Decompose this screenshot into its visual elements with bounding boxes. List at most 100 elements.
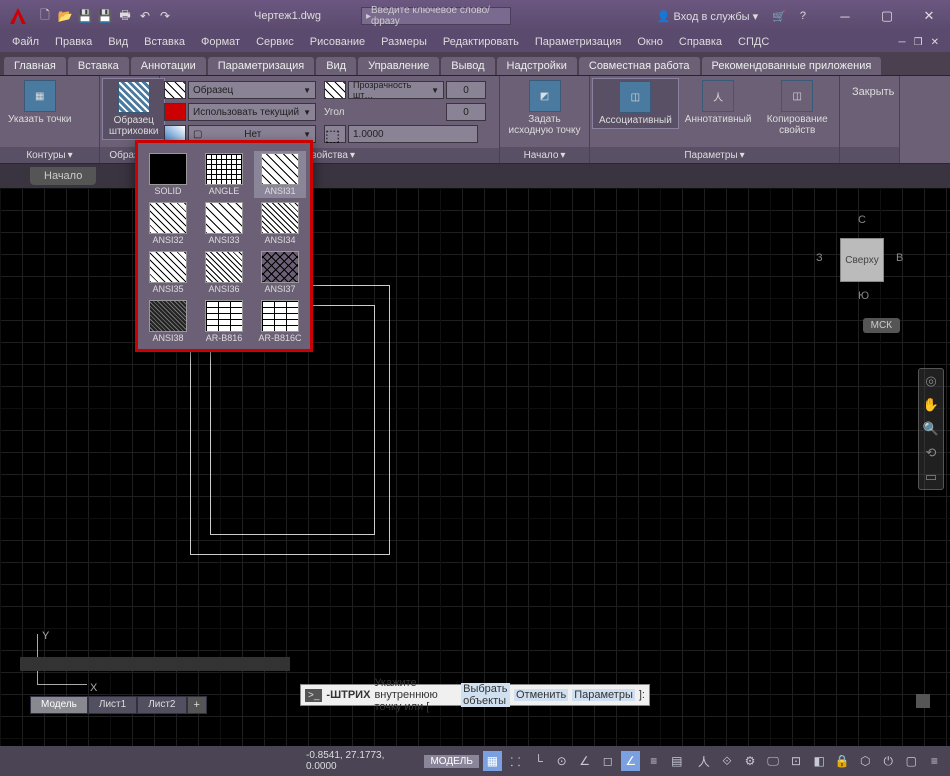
cmd-opt-settings[interactable]: Параметры (572, 689, 635, 701)
viewcube[interactable]: С Ю З В Сверху (810, 208, 910, 308)
menu-help[interactable]: Справка (671, 34, 730, 50)
open-icon[interactable]: 📂 (56, 7, 74, 25)
pattern-ansi35[interactable]: ANSI35 (142, 249, 194, 296)
sb-otrack-icon[interactable]: ∠ (621, 751, 640, 771)
maximize-button[interactable]: ▢ (866, 0, 908, 32)
sb-clean-icon[interactable]: ▢ (902, 751, 921, 771)
sb-units-icon[interactable]: ⊡ (787, 751, 806, 771)
undo-icon[interactable]: ↶ (136, 7, 154, 25)
exchange-icon[interactable]: 🛒 (768, 10, 790, 23)
transparency-input[interactable] (446, 81, 486, 99)
viewcube-w[interactable]: З (816, 252, 823, 264)
angle-input[interactable] (446, 103, 486, 121)
pattern-arb816[interactable]: AR-B816 (198, 298, 250, 345)
tab-view[interactable]: Вид (316, 57, 356, 75)
tab-annotate[interactable]: Аннотации (131, 57, 206, 75)
viewcube-s[interactable]: Ю (858, 290, 869, 302)
nav-zoom-icon[interactable]: 🔍 (923, 421, 939, 437)
nav-orbit-icon[interactable]: ⟲ (926, 445, 937, 461)
layout-add[interactable]: + (187, 696, 207, 714)
menu-dimension[interactable]: Размеры (373, 34, 435, 50)
nav-wheel-icon[interactable]: ◎ (925, 373, 936, 389)
tab-parametric[interactable]: Параметризация (208, 57, 314, 75)
signin-button[interactable]: 👤 Вход в службы ▾ (653, 10, 762, 23)
layout-model[interactable]: Модель (30, 696, 88, 714)
command-line[interactable]: >_ -ШТРИХ Укажите внутреннюю точку или [… (300, 684, 650, 706)
sb-transp-icon[interactable]: ▤ (667, 751, 686, 771)
tab-home[interactable]: Главная (4, 57, 66, 75)
menu-file[interactable]: Файл (4, 34, 47, 50)
redo-icon[interactable]: ↷ (156, 7, 174, 25)
viewcube-e[interactable]: В (896, 252, 903, 264)
match-props-button[interactable]: ◫ Копирование свойств (757, 78, 837, 138)
doc-min-icon[interactable]: ─ (896, 37, 909, 48)
search-input[interactable]: ▸ Введите ключевое слово/фразу (361, 7, 511, 25)
sb-scale-icon[interactable]: ⟐ (717, 751, 736, 771)
pattern-solid[interactable]: SOLID (142, 151, 194, 198)
menu-draw[interactable]: Рисование (302, 34, 373, 50)
cmd-opt-select[interactable]: Выбрать объекты (461, 683, 510, 707)
panel-origin-label[interactable]: Начало ▾ (500, 147, 589, 163)
sb-ortho-icon[interactable]: └ (529, 751, 548, 771)
pattern-ansi32[interactable]: ANSI32 (142, 200, 194, 247)
annotative-button[interactable]: 人 Аннотативный (679, 78, 758, 127)
nav-show-icon[interactable]: ▭ (925, 469, 937, 485)
sb-osnap-icon[interactable]: ◻ (598, 751, 617, 771)
menu-edit[interactable]: Правка (47, 34, 100, 50)
sb-lwt-icon[interactable]: ≡ (644, 751, 663, 771)
help-icon[interactable]: ? (796, 10, 810, 22)
pattern-ansi36[interactable]: ANSI36 (198, 249, 250, 296)
menu-view[interactable]: Вид (100, 34, 136, 50)
menu-insert[interactable]: Вставка (136, 34, 193, 50)
pattern-arb816c[interactable]: AR-B816C (254, 298, 306, 345)
sb-snap-icon[interactable]: ⸬ (506, 751, 525, 771)
sb-ws-icon[interactable]: ⚙ (740, 751, 759, 771)
menu-spds[interactable]: СПДС (730, 34, 777, 50)
layout-sheet2[interactable]: Лист2 (137, 696, 186, 714)
tab-featured[interactable]: Рекомендованные приложения (702, 57, 882, 75)
print-icon[interactable]: 🖶 (116, 7, 134, 25)
tab-output[interactable]: Вывод (441, 57, 494, 75)
hatch-color-dropdown[interactable]: Использовать текущий▼ (188, 103, 316, 121)
viewcube-top[interactable]: Сверху (840, 238, 884, 282)
start-tab[interactable]: Начало (30, 167, 96, 185)
coordinates[interactable]: -0.8541, 27.1773, 0.0000 (306, 750, 412, 772)
pattern-ansi31[interactable]: ANSI31 (254, 151, 306, 198)
sb-custom-icon[interactable]: ≡ (925, 751, 944, 771)
sb-qp-icon[interactable]: ◧ (810, 751, 829, 771)
transparency-dropdown[interactable]: Прозрачность шт…▼ (348, 81, 444, 99)
saveas-icon[interactable]: 💾 (96, 7, 114, 25)
pattern-ansi38[interactable]: ANSI38 (142, 298, 194, 345)
nav-pan-icon[interactable]: ✋ (923, 397, 939, 413)
pick-points-button[interactable]: ▦ Указать точки (2, 78, 77, 127)
pattern-ansi37[interactable]: ANSI37 (254, 249, 306, 296)
menu-parametric[interactable]: Параметризация (527, 34, 629, 50)
associative-button[interactable]: ◫ Ассоциативный (592, 78, 679, 129)
close-hatch-button[interactable]: Закрыть (842, 78, 904, 106)
sb-polar-icon[interactable]: ⊙ (552, 751, 571, 771)
panel-options-label[interactable]: Параметры ▾ (590, 147, 839, 163)
pattern-angle[interactable]: ANGLE (198, 151, 250, 198)
minimize-button[interactable]: ─ (824, 0, 866, 32)
sb-ann-icon[interactable]: 人 (694, 751, 713, 771)
tab-addins[interactable]: Надстройки (497, 57, 577, 75)
doc-restore-icon[interactable]: ❐ (911, 37, 926, 48)
menu-tools[interactable]: Сервис (248, 34, 302, 50)
sb-hw-icon[interactable]: ⏻ (879, 751, 898, 771)
scale-input[interactable] (348, 125, 478, 143)
sb-grid-icon[interactable]: ▦ (483, 751, 502, 771)
cmd-opt-undo[interactable]: Отменить (514, 689, 568, 701)
doc-close-icon[interactable]: ✕ (928, 37, 942, 48)
tab-manage[interactable]: Управление (358, 57, 439, 75)
viewcube-n[interactable]: С (858, 214, 866, 226)
sb-mon-icon[interactable]: 🖵 (764, 751, 783, 771)
menu-window[interactable]: Окно (629, 34, 671, 50)
scroll-handle[interactable] (20, 657, 290, 671)
layout-sheet1[interactable]: Лист1 (88, 696, 137, 714)
scroll-right[interactable] (916, 694, 930, 708)
save-icon[interactable]: 💾 (76, 7, 94, 25)
tab-collab[interactable]: Совместная работа (579, 57, 700, 75)
pattern-ansi34[interactable]: ANSI34 (254, 200, 306, 247)
set-origin-button[interactable]: ◩ Задать исходную точку (502, 78, 587, 138)
hatch-type-dropdown[interactable]: Образец▼ (188, 81, 316, 99)
